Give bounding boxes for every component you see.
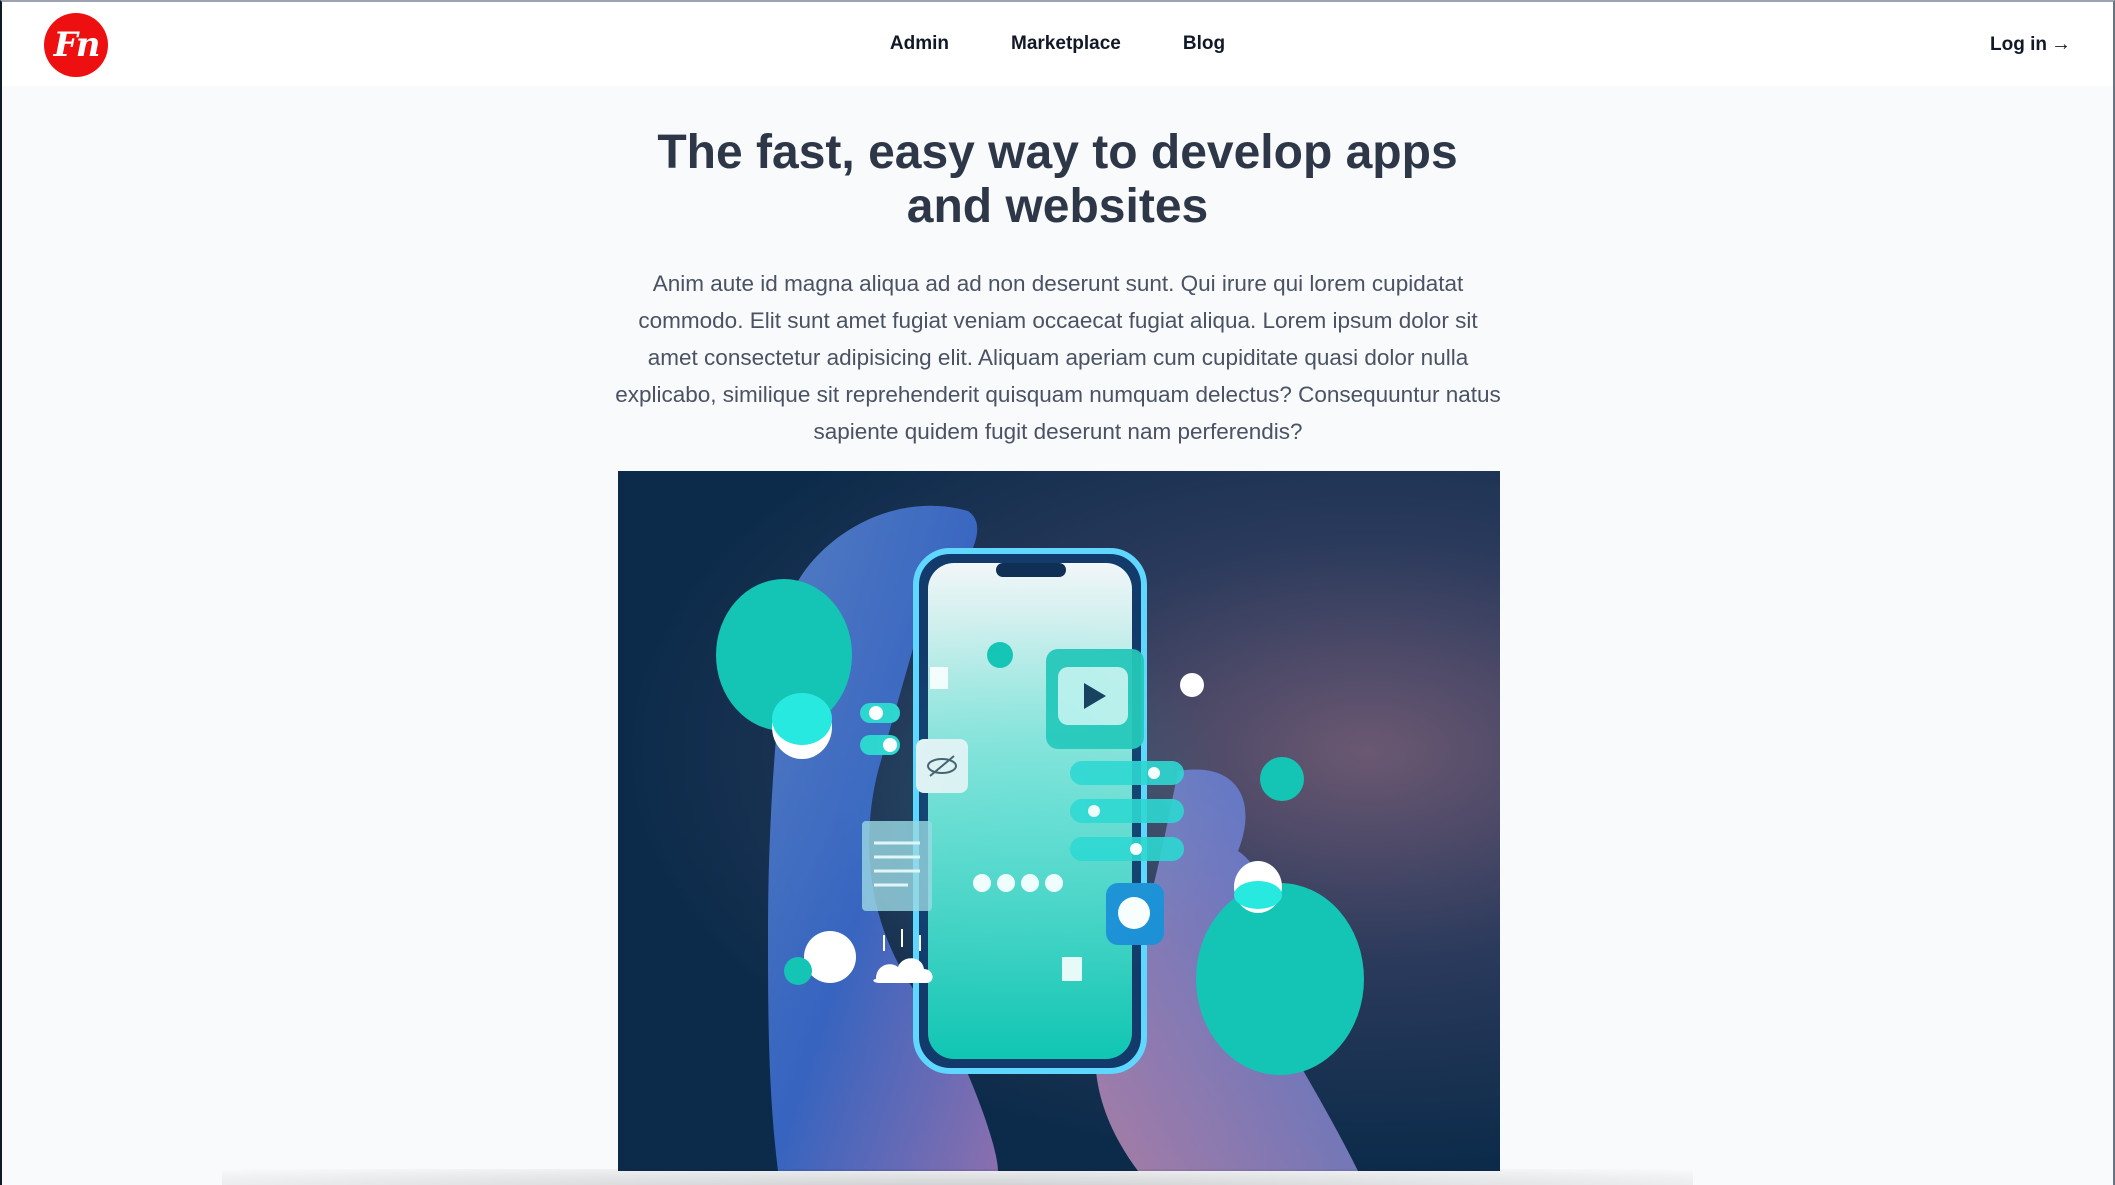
nav-link-blog[interactable]: Blog	[1183, 33, 1225, 55]
arrow-right-icon: →	[2051, 33, 2071, 55]
main-nav: Admin Marketplace Blog	[2, 2, 2113, 86]
login-link[interactable]: Log in →	[1990, 33, 2071, 56]
decor-circle	[784, 957, 812, 985]
hero-title-line-1: The fast, easy way to develop apps	[657, 126, 1458, 179]
hero-image	[618, 471, 1500, 1171]
decor-circle	[772, 693, 832, 745]
phone-notch	[996, 563, 1066, 577]
bottom-shadow	[222, 1169, 1693, 1185]
hero-title: The fast, easy way to develop apps and w…	[2, 126, 2113, 234]
nav-link-marketplace[interactable]: Marketplace	[1011, 33, 1121, 55]
decor-circle	[804, 931, 856, 983]
decor-circle	[1260, 757, 1304, 801]
browser-viewport: Fn Admin Marketplace Blog Log in → The f…	[0, 0, 2115, 1185]
phone-illustration	[716, 505, 1364, 1171]
decor-circle	[1234, 881, 1282, 909]
top-navigation-bar: Fn Admin Marketplace Blog Log in →	[2, 2, 2113, 86]
nav-link-admin[interactable]: Admin	[890, 33, 949, 55]
hero-title-line-2: and websites	[906, 180, 1209, 233]
decor-circle	[1196, 883, 1364, 1075]
hero-description: Anim aute id magna aliqua ad ad non dese…	[615, 271, 1501, 444]
login-label: Log in	[1990, 33, 2047, 55]
brand-logo[interactable]: Fn	[44, 13, 108, 77]
